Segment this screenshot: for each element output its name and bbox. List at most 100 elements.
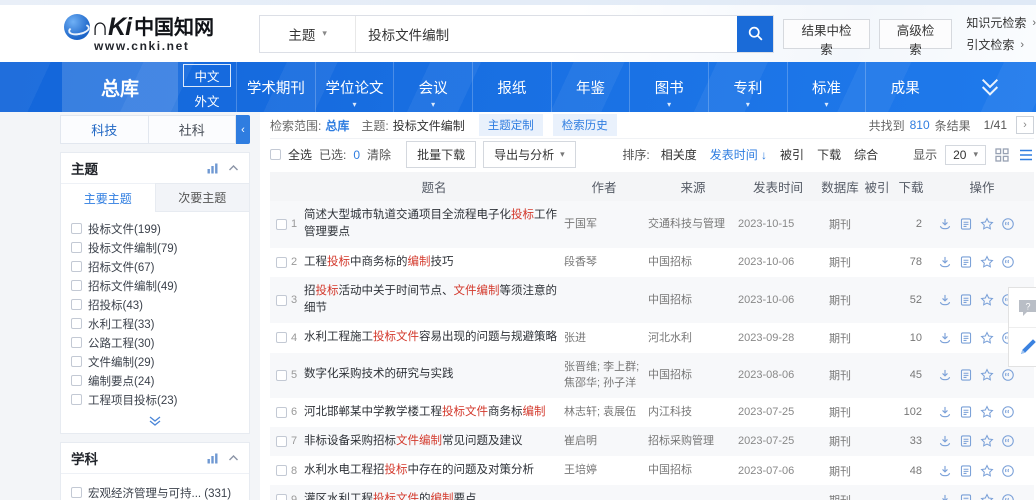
result-title-link[interactable]: 水利工程施工投标文件容易出现的问题与规避策略	[304, 329, 564, 346]
cite-quote-icon[interactable]	[1001, 368, 1015, 382]
crumb-chip[interactable]: 主题定制	[478, 114, 543, 136]
column-downloads[interactable]: 下载	[892, 177, 930, 196]
nav-expand-chevron[interactable]	[944, 62, 1036, 112]
filter-checkbox-item[interactable]: 文件编制(29)	[71, 352, 239, 371]
nav-item[interactable]: 专利 ▾	[708, 62, 787, 112]
nav-item-chinese[interactable]: 中文	[183, 63, 231, 87]
search-scope-dropdown[interactable]: 主题 ▾	[260, 15, 357, 52]
favorite-star-icon[interactable]	[980, 217, 994, 231]
page-size-select[interactable]: 20 ▾	[945, 144, 986, 165]
html-read-icon[interactable]	[959, 434, 973, 448]
nav-item[interactable]: 报纸	[472, 62, 551, 112]
result-title-link[interactable]: 水利水电工程招投标中存在的问题及对策分析	[304, 462, 564, 479]
download-icon[interactable]	[938, 434, 952, 448]
result-title-link[interactable]: 河北邯郸某中学教学楼工程投标文件商务标编制	[304, 404, 564, 421]
nav-item[interactable]: 年鉴	[550, 62, 630, 112]
result-title-link[interactable]: 非标设备采购招标文件编制常见问题及建议	[304, 433, 564, 450]
feedback-pen-button[interactable]	[1009, 327, 1036, 366]
result-source[interactable]: 中国招标	[644, 292, 738, 309]
result-authors[interactable]: 林志轩; 袁展伍	[564, 404, 644, 421]
cnki-logo[interactable]: ∩Ki 中国知网 www.cnki.net	[64, 14, 259, 53]
clear-selection-button[interactable]: 清除	[367, 146, 391, 163]
sidebar-tab-science[interactable]: 科技	[60, 115, 149, 144]
result-source[interactable]: 内江科技	[644, 404, 738, 421]
result-source[interactable]: 河北水利	[644, 330, 738, 347]
checkbox[interactable]	[71, 261, 82, 272]
result-authors[interactable]: 王培婷	[564, 462, 644, 479]
nav-item[interactable]: 学位论文 ▾	[314, 62, 394, 112]
sort-option[interactable]: 相关度	[661, 146, 697, 163]
favorite-star-icon[interactable]	[980, 293, 994, 307]
checkbox[interactable]	[71, 394, 82, 405]
favorite-star-icon[interactable]	[980, 368, 994, 382]
download-icon[interactable]	[938, 493, 952, 500]
favorite-star-icon[interactable]	[980, 331, 994, 345]
bar-chart-icon[interactable]	[207, 453, 219, 464]
column-title[interactable]: 题名	[304, 177, 564, 196]
nav-item[interactable]: 标准 ▾	[786, 62, 866, 112]
row-checkbox[interactable]	[276, 465, 287, 477]
chevron-up-icon[interactable]	[228, 454, 239, 462]
filter-checkbox-item[interactable]: 工程项目投标(23)	[71, 390, 239, 409]
result-authors[interactable]: 崔启明	[564, 433, 644, 450]
column-author[interactable]: 作者	[564, 177, 644, 196]
row-checkbox[interactable]	[276, 406, 287, 418]
result-source[interactable]: 交通科技与管理	[644, 216, 738, 233]
select-all-checkbox[interactable]	[270, 149, 281, 160]
html-read-icon[interactable]	[959, 464, 973, 478]
filter-checkbox-item[interactable]: 公路工程(30)	[71, 333, 239, 352]
column-database[interactable]: 数据库	[818, 177, 862, 196]
row-checkbox[interactable]	[276, 494, 287, 500]
favorite-star-icon[interactable]	[980, 464, 994, 478]
html-read-icon[interactable]	[959, 217, 973, 231]
download-icon[interactable]	[938, 293, 952, 307]
chevron-up-icon[interactable]	[228, 164, 239, 172]
favorite-star-icon[interactable]	[980, 493, 994, 500]
download-icon[interactable]	[938, 331, 952, 345]
theme-expand-chevron[interactable]	[61, 411, 249, 429]
result-source[interactable]: 招标采购管理	[644, 433, 738, 450]
filter-checkbox-item[interactable]: 宏观经济管理与可持... (331)	[71, 483, 239, 500]
sort-option[interactable]: 发表时间 ↓	[710, 146, 767, 163]
checkbox[interactable]	[71, 356, 82, 367]
checkbox[interactable]	[71, 299, 82, 310]
search-input[interactable]	[356, 15, 738, 52]
grid-view-icon[interactable]	[994, 147, 1010, 163]
checkbox[interactable]	[71, 375, 82, 386]
citation-search-link[interactable]: 引文检索 ›	[966, 36, 1036, 53]
checkbox[interactable]	[71, 223, 82, 234]
result-title-link[interactable]: 工程投标中商务标的编制技巧	[304, 254, 564, 271]
column-date[interactable]: 发表时间	[738, 177, 818, 196]
help-button[interactable]: ?	[1009, 288, 1036, 327]
html-read-icon[interactable]	[959, 405, 973, 419]
cite-quote-icon[interactable]	[1001, 434, 1015, 448]
row-checkbox[interactable]	[276, 435, 287, 447]
crumb-chip[interactable]: 检索历史	[552, 114, 617, 136]
next-page-button[interactable]: ›	[1016, 116, 1034, 134]
batch-download-button[interactable]: 批量下载	[406, 141, 477, 168]
row-checkbox[interactable]	[276, 294, 287, 306]
checkbox[interactable]	[71, 487, 82, 498]
result-authors[interactable]: 张晋维; 李上群; 焦邵华; 孙子洋	[564, 359, 644, 392]
result-source[interactable]: 中国招标	[644, 254, 738, 271]
html-read-icon[interactable]	[959, 331, 973, 345]
sidebar-collapse-button[interactable]: ‹	[236, 115, 250, 144]
cite-quote-icon[interactable]	[1001, 464, 1015, 478]
result-title-link[interactable]: 数字化采购技术的研究与实践	[304, 366, 564, 383]
result-source[interactable]: 中国招标	[644, 367, 738, 384]
knowledge-search-link[interactable]: 知识元检索 ›	[966, 14, 1036, 31]
result-title-link[interactable]: 招投标活动中关于时间节点、文件编制等须注意的细节	[304, 283, 564, 318]
sort-option[interactable]: 下载	[817, 146, 841, 163]
nav-item-zongku[interactable]: 总库	[62, 62, 178, 112]
select-all-label[interactable]: 全选	[288, 146, 312, 163]
cite-quote-icon[interactable]	[1001, 405, 1015, 419]
html-read-icon[interactable]	[959, 255, 973, 269]
result-authors[interactable]: 于国军	[564, 216, 644, 233]
html-read-icon[interactable]	[959, 368, 973, 382]
export-analyze-button[interactable]: 导出与分析 ▾	[483, 141, 576, 168]
checkbox[interactable]	[71, 318, 82, 329]
row-checkbox[interactable]	[276, 332, 287, 344]
row-checkbox[interactable]	[276, 369, 287, 381]
sidebar-tab-social[interactable]: 社科	[148, 115, 236, 144]
nav-item[interactable]: 会议 ▾	[393, 62, 472, 112]
